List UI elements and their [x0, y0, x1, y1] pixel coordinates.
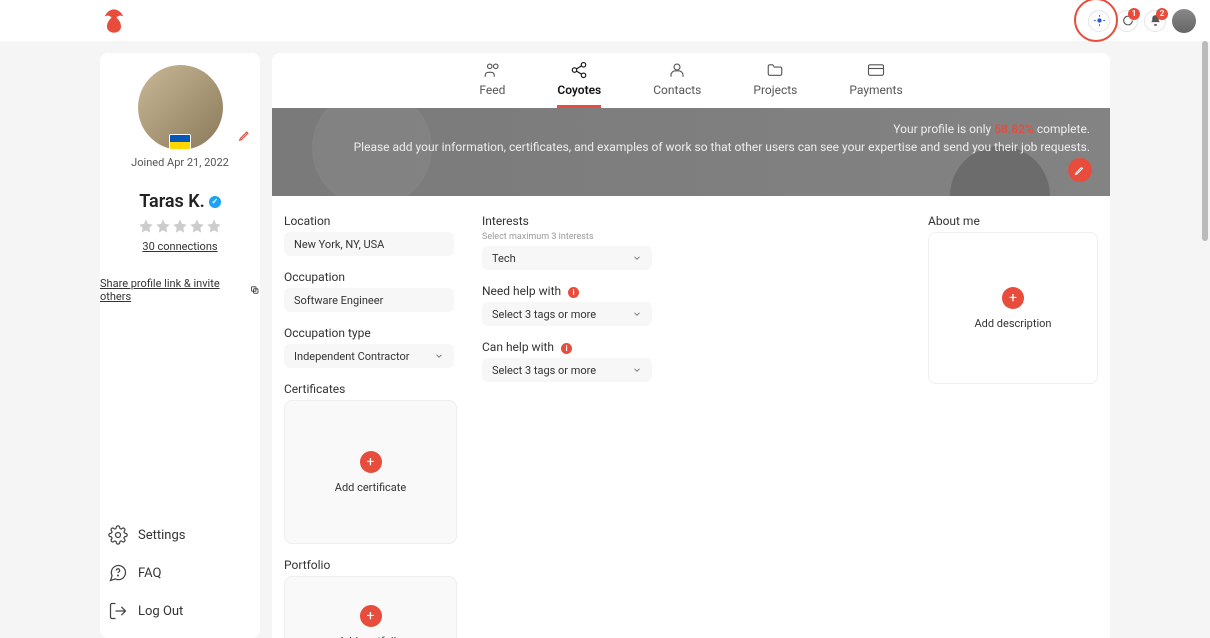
chevron-down-icon: [632, 365, 642, 375]
tab-feed[interactable]: Feed: [479, 61, 505, 108]
chevron-down-icon: [434, 351, 444, 361]
logout-label: Log Out: [138, 604, 183, 619]
chevron-down-icon: [632, 253, 642, 263]
plus-icon: +: [360, 605, 382, 627]
occupation-type-label: Occupation type: [284, 326, 454, 340]
flag-badge: [169, 134, 191, 150]
info-icon[interactable]: i: [561, 343, 572, 354]
profile-banner: Your profile is only 58.82% complete. Pl…: [272, 108, 1110, 196]
profile-avatar-small[interactable]: [1172, 9, 1196, 33]
tab-projects[interactable]: Projects: [753, 61, 797, 108]
edit-avatar-icon[interactable]: [238, 128, 252, 146]
messages-button[interactable]: 1: [1116, 10, 1138, 32]
tab-coyotes[interactable]: Coyotes: [557, 61, 601, 108]
profile-form: Location New York, NY, USA Occupation So…: [272, 196, 1110, 638]
share-icon: [570, 61, 588, 79]
logout-link[interactable]: Log Out: [108, 592, 252, 630]
location-label: Location: [284, 214, 454, 228]
joined-date: Joined Apr 21, 2022: [131, 156, 229, 169]
contacts-icon: [668, 61, 686, 79]
tab-contacts[interactable]: Contacts: [653, 61, 701, 108]
notifications-button[interactable]: 2: [1144, 10, 1166, 32]
completion-percent: 58.82%: [994, 122, 1034, 136]
main-content: Feed Coyotes Contacts Projects Payments: [272, 53, 1110, 638]
top-bar: 1 2: [0, 0, 1210, 41]
pencil-icon: [1074, 164, 1086, 176]
profile-name: Taras K.: [139, 191, 205, 212]
occupation-input[interactable]: Software Engineer: [284, 288, 454, 312]
banner-text: Your profile is only 58.82% complete. Pl…: [354, 120, 1090, 156]
settings-label: Settings: [138, 528, 185, 543]
tab-bar: Feed Coyotes Contacts Projects Payments: [272, 53, 1110, 108]
info-icon[interactable]: i: [568, 287, 579, 298]
verified-icon: [209, 196, 221, 208]
plus-icon: +: [360, 451, 382, 473]
chevron-down-icon: [632, 309, 642, 319]
can-help-select[interactable]: Select 3 tags or more: [482, 358, 652, 382]
scrollbar[interactable]: [1202, 41, 1208, 241]
copy-icon: [250, 285, 260, 295]
faq-label: FAQ: [138, 566, 161, 581]
rating-stars: [138, 218, 222, 234]
feed-icon: [483, 61, 501, 79]
add-certificate-card[interactable]: + Add certificate: [284, 400, 457, 544]
logout-icon: [108, 601, 128, 621]
folder-icon: [766, 61, 784, 79]
add-portfolio-card[interactable]: + Add portfolio: [284, 576, 457, 638]
help-icon: [108, 563, 128, 583]
occupation-label: Occupation: [284, 270, 454, 284]
about-me-label: About me: [928, 214, 1098, 228]
interests-sublabel: Select maximum 3 interests: [482, 232, 652, 242]
add-certificate-label: Add certificate: [335, 481, 406, 494]
need-help-select[interactable]: Select 3 tags or more: [482, 302, 652, 326]
need-help-label: Need help with i: [482, 284, 652, 298]
connections-link[interactable]: 30 connections: [142, 240, 217, 253]
portfolio-label: Portfolio: [284, 558, 454, 572]
share-profile-link[interactable]: Share profile link & invite others: [100, 277, 260, 303]
messages-badge: 1: [1128, 8, 1140, 20]
faq-link[interactable]: FAQ: [108, 554, 252, 592]
add-description-card[interactable]: + Add description: [928, 232, 1098, 384]
edit-banner-button[interactable]: [1068, 158, 1092, 182]
card-icon: [867, 61, 885, 79]
settings-link[interactable]: Settings: [108, 516, 252, 554]
attention-ring: [1074, 0, 1118, 42]
profile-avatar-large[interactable]: [138, 65, 223, 150]
app-logo[interactable]: [100, 7, 128, 35]
gear-icon: [108, 525, 128, 545]
can-help-label: Can help with i: [482, 340, 652, 354]
add-portfolio-label: Add portfolio: [338, 635, 402, 638]
add-description-label: Add description: [975, 317, 1052, 330]
plus-icon: +: [1002, 287, 1024, 309]
interests-label: Interests: [482, 214, 652, 228]
profile-sidebar: Joined Apr 21, 2022 Taras K. 30 connecti…: [100, 53, 260, 638]
interests-select[interactable]: Tech: [482, 246, 652, 270]
location-input[interactable]: New York, NY, USA: [284, 232, 454, 256]
tab-payments[interactable]: Payments: [849, 61, 902, 108]
certificates-label: Certificates: [284, 382, 454, 396]
occupation-type-select[interactable]: Independent Contractor: [284, 344, 454, 368]
notifications-badge: 2: [1156, 8, 1168, 20]
